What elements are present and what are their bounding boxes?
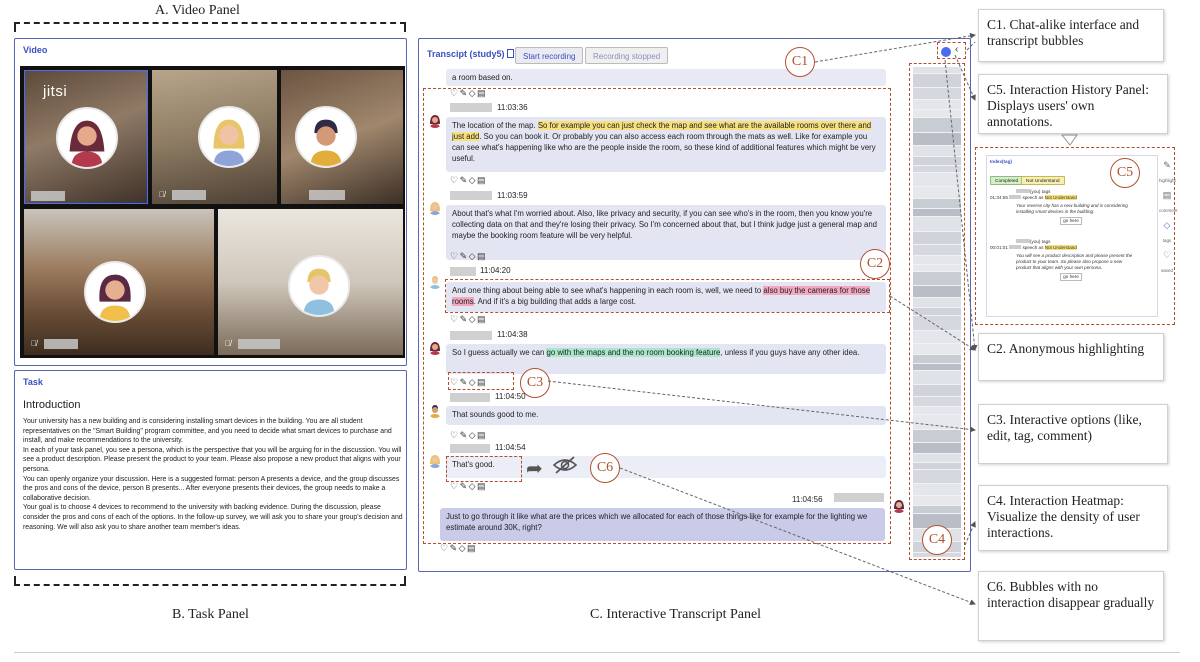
highlight-icon[interactable]: ✎ highlight xyxy=(1159,160,1176,183)
jitsi-logo: jitsi xyxy=(43,83,68,100)
transcript-panel-label: C. Interactive Transcript Panel xyxy=(590,607,762,622)
video-tile-5[interactable]: 🎙̸ xyxy=(218,209,403,355)
video-panel: Video jitsi 🎙̸ 🎙̸ 🎙̸ xyxy=(14,38,407,366)
video-grid: jitsi 🎙̸ 🎙̸ 🎙̸ xyxy=(20,66,405,358)
transcript-title: Transcipt (study5) xyxy=(427,49,515,59)
c2-highlight-box xyxy=(445,279,890,313)
bottom-rule xyxy=(14,652,1180,653)
video-panel-bracket xyxy=(14,22,406,32)
c3-options-box xyxy=(448,372,514,390)
participant-2-name xyxy=(172,190,206,200)
callout-c4: C4. Interaction Heatmap: Visualize the d… xyxy=(978,485,1168,551)
history-side-icons: ✎ highlight ▤ comment ◇ tags ♡ saved xyxy=(1159,160,1178,280)
marker-c6: C6 xyxy=(590,453,620,483)
participant-4-name xyxy=(44,339,78,349)
go-here-button[interactable]: go here xyxy=(1060,217,1082,225)
callout-c2: C2. Anonymous highlighting xyxy=(978,333,1164,381)
start-recording-button[interactable]: Start recording xyxy=(515,47,584,64)
task-panel-bracket xyxy=(14,576,406,586)
transcript-bubble-tail: a room based on. xyxy=(446,69,886,86)
avatar-participant-2 xyxy=(198,106,260,168)
participant-1-name xyxy=(31,191,65,201)
filter-not-understand[interactable]: Not Understand xyxy=(1021,176,1065,185)
callout-c5: C5. Interaction History Panel: Displays … xyxy=(978,74,1168,134)
task-paragraph-4: Your goal is to choose 4 devices to reco… xyxy=(23,504,403,531)
task-panel: Task Introduction Your university has a … xyxy=(14,370,407,570)
tag-icon[interactable]: ◇ tags xyxy=(1159,220,1175,243)
saved-icon[interactable]: ♡ saved xyxy=(1159,250,1175,273)
marker-c4: C4 xyxy=(922,525,952,555)
mic-off-icon: 🎙̸ xyxy=(159,190,165,199)
avatar-participant-3 xyxy=(295,106,357,168)
video-tile-1[interactable]: jitsi xyxy=(24,70,148,204)
task-heading: Introduction xyxy=(23,399,81,411)
task-panel-label: B. Task Panel xyxy=(172,607,249,622)
recording-stopped-button[interactable]: Recording stopped xyxy=(585,47,669,64)
task-paragraph-2: In each of your task panel, you see a pe… xyxy=(23,446,402,473)
marker-c1: C1 xyxy=(785,47,815,77)
mic-off-icon: 🎙̸ xyxy=(225,339,231,348)
interaction-history-panel: Index(tag) Completed Not Understand (you… xyxy=(975,147,1178,325)
task-panel-title: Task xyxy=(23,377,43,387)
history-entry-1: (you) tags 01:34:55 speech as Not Unders… xyxy=(990,189,1128,225)
marker-c5: C5 xyxy=(1110,158,1140,188)
participant-3-name xyxy=(309,190,345,200)
callout-c3: C3. Interactive options (like, edit, tag… xyxy=(978,404,1168,464)
video-tile-2[interactable]: 🎙̸ xyxy=(152,70,277,204)
interactive-options[interactable]: ♡✎◇▤ xyxy=(440,543,477,554)
task-paragraph-3: You can openly organize your discussion.… xyxy=(23,475,400,502)
avatar-participant-1 xyxy=(56,107,118,169)
document-icon xyxy=(507,49,515,58)
task-body: Your university has a new building and i… xyxy=(23,417,403,532)
video-panel-label: A. Video Panel xyxy=(155,3,240,18)
avatar-participant-5 xyxy=(288,255,350,317)
video-tile-4[interactable]: 🎙̸ xyxy=(24,209,214,355)
callout-c6: C6. Bubbles with no interaction disappea… xyxy=(978,571,1164,641)
c1-header-box xyxy=(937,42,966,59)
video-tile-3[interactable] xyxy=(281,70,403,204)
c6-fade-box xyxy=(446,456,522,482)
comment-icon[interactable]: ▤ comment xyxy=(1159,190,1178,213)
marker-c2: C2 xyxy=(860,249,890,279)
participant-5-name xyxy=(238,339,280,349)
task-paragraph-1: Your university has a new building and i… xyxy=(23,418,392,445)
go-here-button[interactable]: go here xyxy=(1060,273,1082,281)
filter-completed[interactable]: Completed xyxy=(990,176,1024,185)
video-panel-title: Video xyxy=(23,45,48,55)
callout-c1: C1. Chat-alike interface and transcript … xyxy=(978,9,1164,62)
avatar-self xyxy=(891,497,907,513)
history-entry-2: (you) tags 00:01:01 speech as Not Unders… xyxy=(990,239,1133,281)
history-title: Index(tag) xyxy=(990,159,1012,164)
avatar-participant-4 xyxy=(84,261,146,323)
mic-off-icon: 🎙̸ xyxy=(31,339,37,348)
c4-heatmap-box xyxy=(909,63,965,560)
marker-c3: C3 xyxy=(520,368,550,398)
